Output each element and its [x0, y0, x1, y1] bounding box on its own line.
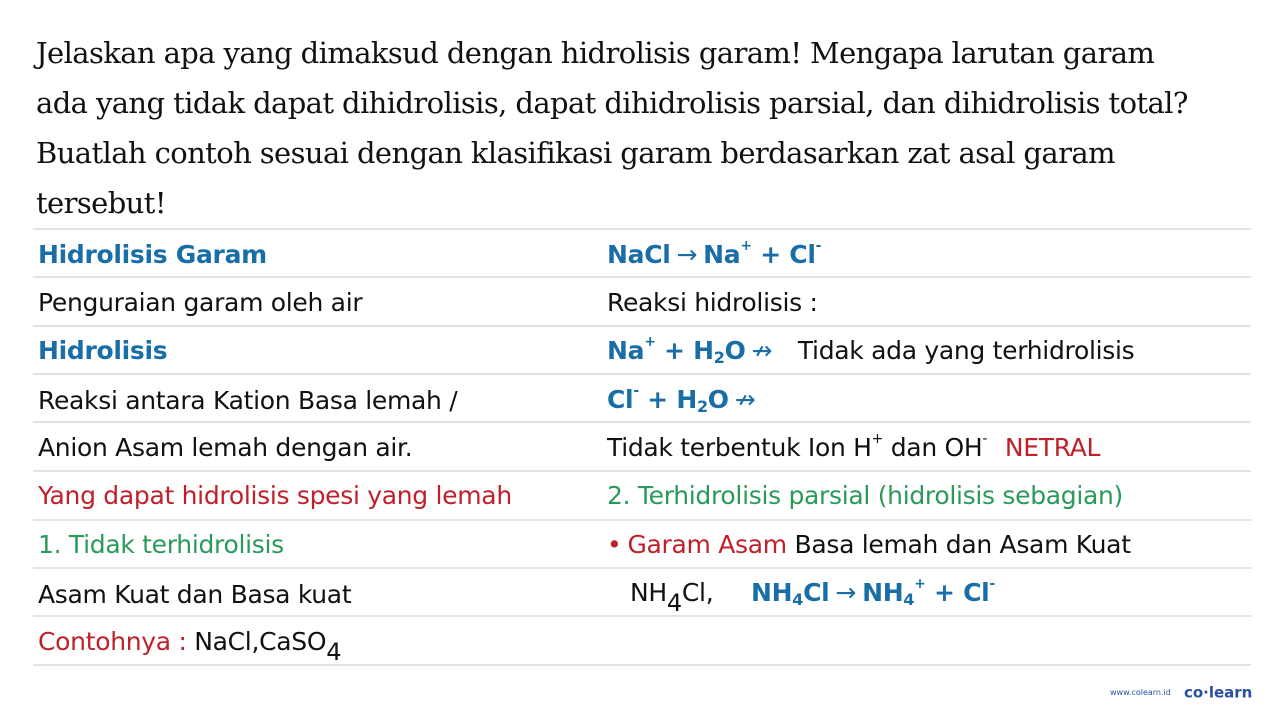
- rule-line: [33, 228, 1251, 230]
- rule-line: [33, 664, 1251, 666]
- example-line: Contohnya : NaCl,CaSO4: [38, 622, 342, 666]
- nh4cl-example-line: NH4Cl, NH4Cl → NH4+ + Cl-: [630, 573, 995, 617]
- reaction-description-2: Anion Asam lemah dengan air.: [38, 433, 413, 462]
- rule-line: [33, 615, 1251, 617]
- rule-line: [33, 373, 1251, 375]
- rule-line: [33, 470, 1251, 472]
- nh4cl-example: NH4Cl,: [630, 578, 714, 617]
- no-hydrolysis-comment: Tidak ada yang terhidrolisis: [797, 336, 1135, 365]
- rule-line: [33, 325, 1251, 327]
- type-2-heading: 2. Terhidrolisis parsial (hidrolisis seb…: [607, 481, 1124, 510]
- weak-species-note: Yang dapat hidrolisis spesi yang lemah: [38, 481, 512, 510]
- example-caso4: CaSO4: [259, 627, 342, 666]
- neutral-verdict: NETRAL: [1004, 433, 1101, 462]
- type-1-description: Asam Kuat dan Basa kuat: [38, 580, 352, 609]
- brand-name: co·learn: [1183, 683, 1253, 702]
- no-reaction-arrow-icon: ↛: [751, 336, 773, 365]
- question-line: tersebut!: [36, 186, 166, 220]
- equation-na-water: Na+ + H2O ↛ Tidak ada yang terhidrolisis: [607, 334, 1135, 367]
- colearn-logo: www.colearn.id co·learn: [1110, 682, 1252, 702]
- example-label: Contohnya :: [38, 627, 187, 656]
- question-text: Jelaskan apa yang dimaksud dengan hidrol…: [36, 28, 1266, 228]
- example-nacl: NaCl,: [194, 627, 260, 656]
- bullet-icon: •: [607, 530, 622, 559]
- section-title: Hidrolisis Garam: [38, 240, 267, 269]
- acid-salt-label: Garam Asam: [627, 530, 787, 559]
- definition-text: Penguraian garam oleh air: [38, 288, 363, 317]
- arrow-icon: →: [835, 578, 857, 607]
- equation-nh4cl-dissociation: NH4Cl → NH4+ + Cl-: [751, 576, 995, 609]
- hydrolysis-reaction-label: Reaksi hidrolisis :: [607, 288, 818, 317]
- rule-line: [33, 421, 1251, 423]
- question-line: Buatlah contoh sesuai dengan klasifikasi…: [36, 136, 1116, 170]
- neutral-result: Tidak terbentuk Ion H+ dan OH- NETRAL: [607, 431, 1101, 462]
- rule-line: [33, 519, 1251, 521]
- section-subtitle: Hidrolisis: [38, 336, 168, 365]
- acid-salt-line: • Garam Asam Basa lemah dan Asam Kuat: [607, 525, 1131, 565]
- question-line: ada yang tidak dapat dihidrolisis, dapat…: [36, 86, 1188, 120]
- question-line: Jelaskan apa yang dimaksud dengan hidrol…: [36, 36, 1155, 70]
- arrow-icon: →: [676, 240, 698, 269]
- equation-nacl-dissociation: NaCl → Na+ + Cl-: [607, 238, 822, 269]
- reaction-description-1: Reaksi antara Kation Basa lemah /: [38, 386, 458, 415]
- rule-line: [33, 276, 1251, 278]
- type-1-heading: 1. Tidak terhidrolisis: [38, 530, 284, 559]
- acid-salt-description: Basa lemah dan Asam Kuat: [794, 530, 1132, 559]
- equation-cl-water: Cl- + H2O ↛: [607, 383, 756, 416]
- no-reaction-arrow-icon: ↛: [734, 385, 756, 414]
- website-url: www.colearn.id: [1110, 688, 1171, 697]
- rule-line: [33, 567, 1251, 569]
